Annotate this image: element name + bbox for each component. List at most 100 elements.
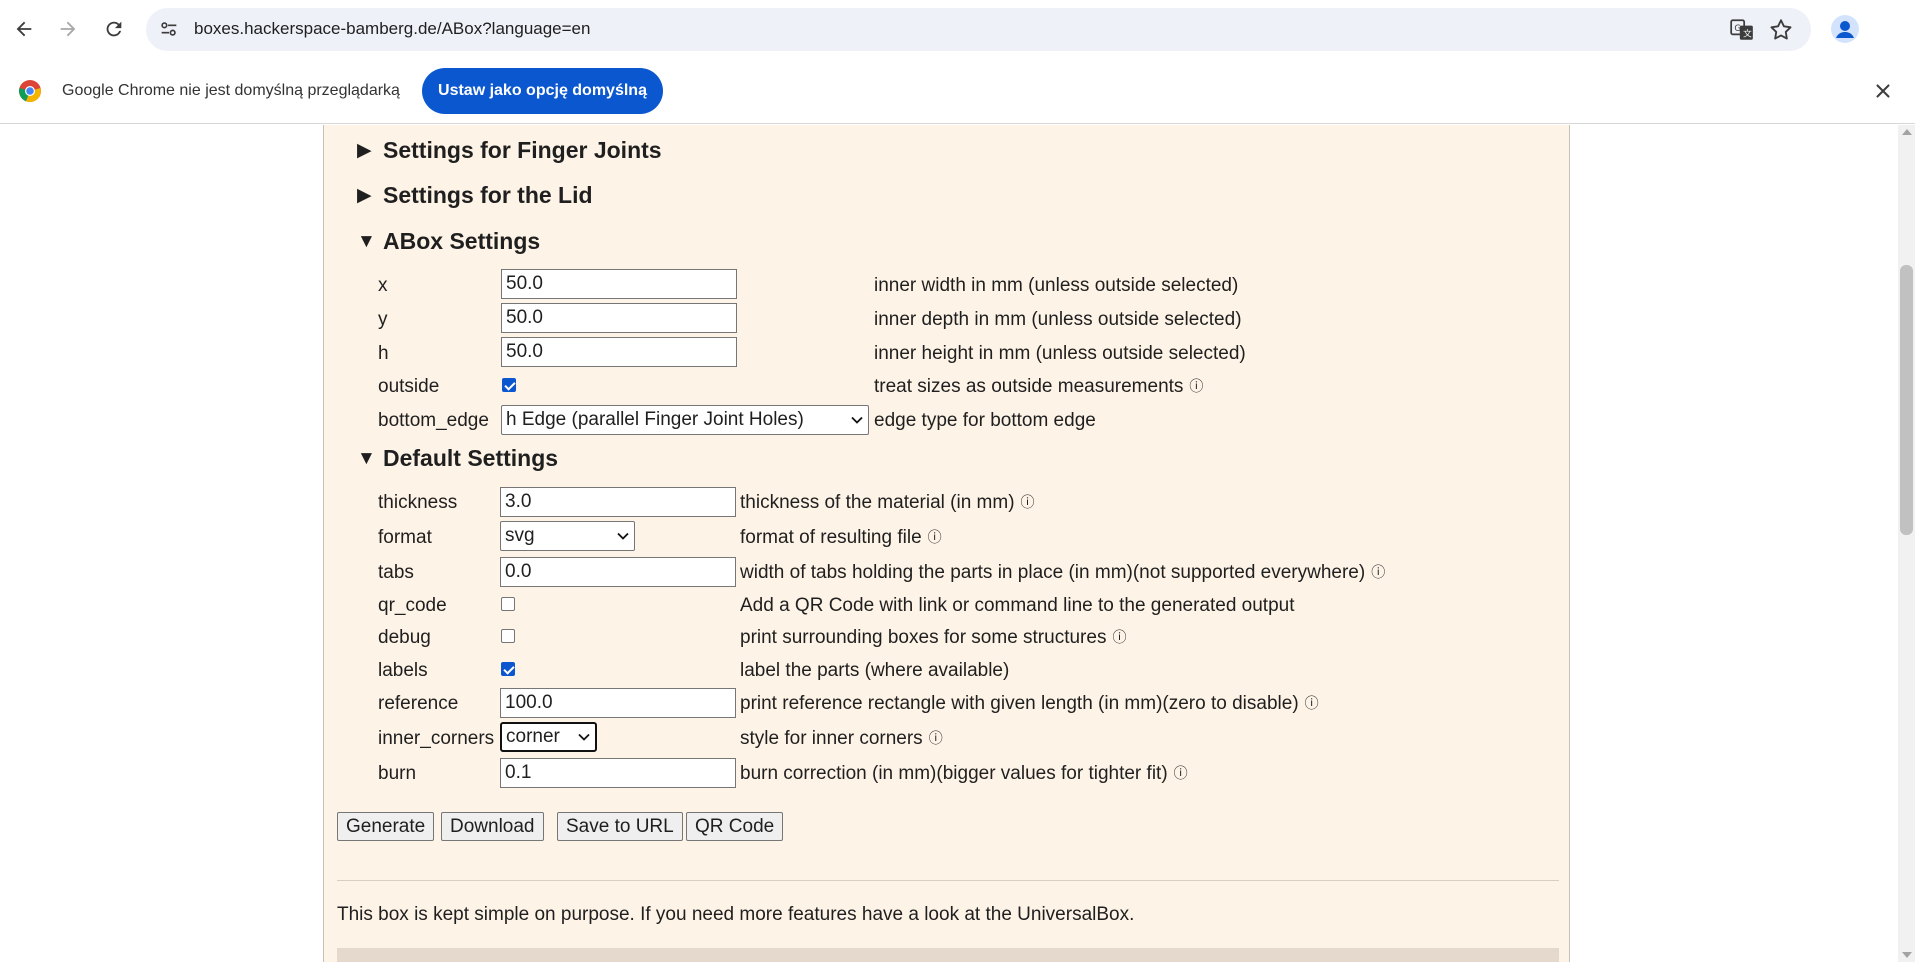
format-description-text: format of resulting file bbox=[740, 527, 922, 548]
description-paragraph: This box is kept simple on purpose. If y… bbox=[337, 904, 1135, 925]
label-reference: reference bbox=[378, 693, 459, 714]
info-icon[interactable]: ⓘ bbox=[1021, 492, 1035, 512]
reload-button[interactable] bbox=[96, 11, 132, 47]
x-description: inner width in mm (unless outside select… bbox=[874, 275, 1239, 296]
scrollbar-thumb[interactable] bbox=[1900, 265, 1913, 535]
chrome-logo-icon bbox=[19, 80, 41, 103]
page-viewport: ▶ Settings for Finger Joints ▶ Settings … bbox=[0, 125, 1898, 962]
bookmark-star-icon[interactable] bbox=[1768, 17, 1794, 43]
label-bottom-edge: bottom_edge bbox=[378, 410, 489, 431]
info-icon[interactable]: ⓘ bbox=[928, 527, 942, 547]
address-bar[interactable]: boxes.hackerspace-bamberg.de/ABox?langua… bbox=[146, 8, 1811, 51]
thickness-description-text: thickness of the material (in mm) bbox=[740, 492, 1015, 513]
reload-icon bbox=[106, 21, 122, 37]
inner-corners-selected-value: corner bbox=[506, 726, 560, 747]
set-default-button[interactable]: Ustaw jako opcję domyślną bbox=[422, 68, 663, 114]
scroll-down-icon[interactable] bbox=[1902, 952, 1912, 958]
outside-description: treat sizes as outside measurements ⓘ bbox=[874, 376, 1203, 398]
burn-input[interactable] bbox=[500, 758, 736, 788]
format-selected-value: svg bbox=[505, 525, 535, 546]
debug-description-text: print surrounding boxes for some structu… bbox=[740, 627, 1107, 648]
download-button[interactable]: Download bbox=[441, 812, 544, 841]
burn-description-text: burn correction (in mm)(bigger values fo… bbox=[740, 763, 1168, 784]
labels-checkbox[interactable] bbox=[501, 662, 515, 676]
section-title: Settings for Finger Joints bbox=[383, 137, 662, 163]
section-lid[interactable]: ▶ Settings for the Lid bbox=[357, 182, 593, 209]
info-icon[interactable]: ⓘ bbox=[1174, 763, 1188, 783]
info-icon[interactable]: ⓘ bbox=[1305, 693, 1319, 713]
info-icon[interactable]: ⓘ bbox=[1112, 627, 1126, 647]
preview-image bbox=[337, 948, 1559, 962]
arrow-right-icon bbox=[60, 21, 76, 37]
tabs-description: width of tabs holding the parts in place… bbox=[740, 562, 1385, 584]
section-title: Default Settings bbox=[383, 445, 559, 471]
label-h: h bbox=[378, 343, 389, 364]
info-icon[interactable]: ⓘ bbox=[929, 728, 943, 748]
close-icon[interactable] bbox=[1872, 80, 1894, 102]
bottom-edge-select[interactable]: h Edge (parallel Finger Joint Holes) bbox=[501, 405, 869, 435]
arrow-left-icon bbox=[16, 21, 32, 37]
inner-corners-description: style for inner corners ⓘ bbox=[740, 728, 943, 750]
forward-button[interactable] bbox=[50, 11, 86, 47]
label-y: y bbox=[378, 309, 388, 330]
divider bbox=[337, 880, 1559, 881]
vertical-scrollbar[interactable] bbox=[1898, 125, 1915, 962]
chevron-down-icon bbox=[578, 733, 590, 741]
label-tabs: tabs bbox=[378, 562, 414, 583]
h-description: inner height in mm (unless outside selec… bbox=[874, 343, 1246, 364]
disclosure-expanded-icon: ▼ bbox=[357, 447, 376, 469]
section-title: ABox Settings bbox=[383, 228, 541, 254]
debug-description: print surrounding boxes for some structu… bbox=[740, 627, 1126, 649]
info-icon[interactable]: ⓘ bbox=[1371, 562, 1385, 582]
back-button[interactable] bbox=[6, 11, 42, 47]
reference-input[interactable] bbox=[500, 688, 736, 718]
qr-code-description: Add a QR Code with link or command line … bbox=[740, 595, 1295, 616]
section-default[interactable]: ▼ Default Settings bbox=[357, 445, 558, 472]
label-thickness: thickness bbox=[378, 492, 458, 513]
save-to-url-button[interactable]: Save to URL bbox=[557, 812, 683, 841]
thickness-input[interactable] bbox=[500, 487, 736, 517]
section-finger-joints[interactable]: ▶ Settings for Finger Joints bbox=[357, 137, 662, 164]
burn-description: burn correction (in mm)(bigger values fo… bbox=[740, 763, 1188, 785]
reference-description-text: print reference rectangle with given len… bbox=[740, 693, 1299, 714]
outside-checkbox[interactable] bbox=[502, 378, 516, 392]
disclosure-collapsed-icon: ▶ bbox=[357, 185, 372, 206]
y-input[interactable] bbox=[501, 303, 737, 333]
section-abox[interactable]: ▼ ABox Settings bbox=[357, 228, 540, 255]
tabs-description-text: width of tabs holding the parts in place… bbox=[740, 562, 1366, 583]
x-input[interactable] bbox=[501, 269, 737, 299]
label-format: format bbox=[378, 527, 432, 548]
chevron-down-icon bbox=[617, 532, 629, 540]
label-labels: labels bbox=[378, 660, 428, 681]
default-browser-infobar: Google Chrome nie jest domyślną przegląd… bbox=[0, 58, 1915, 124]
url-text[interactable]: boxes.hackerspace-bamberg.de/ABox?langua… bbox=[194, 19, 590, 39]
tabs-input[interactable] bbox=[500, 557, 736, 587]
chevron-down-icon bbox=[851, 416, 863, 424]
qr-code-button[interactable]: QR Code bbox=[686, 812, 784, 841]
inner-corners-select[interactable]: corner bbox=[500, 722, 597, 752]
label-burn: burn bbox=[378, 763, 417, 784]
scroll-up-icon[interactable] bbox=[1902, 129, 1912, 135]
qr-code-checkbox[interactable] bbox=[501, 597, 515, 611]
section-title: Settings for the Lid bbox=[383, 182, 593, 208]
y-description: inner depth in mm (unless outside select… bbox=[874, 309, 1242, 330]
disclosure-collapsed-icon: ▶ bbox=[357, 140, 372, 161]
site-settings-icon[interactable] bbox=[158, 18, 180, 40]
label-outside: outside bbox=[378, 376, 440, 397]
debug-checkbox[interactable] bbox=[501, 629, 515, 643]
inner-corners-description-text: style for inner corners bbox=[740, 728, 923, 749]
format-select[interactable]: svg bbox=[500, 521, 635, 551]
settings-panel: ▶ Settings for Finger Joints ▶ Settings … bbox=[323, 125, 1570, 962]
profile-button[interactable] bbox=[1826, 10, 1864, 48]
svg-text:G: G bbox=[1734, 24, 1741, 34]
h-input[interactable] bbox=[501, 337, 737, 367]
disclosure-expanded-icon: ▼ bbox=[357, 230, 376, 252]
bottom-edge-selected-value: h Edge (parallel Finger Joint Holes) bbox=[506, 409, 804, 430]
generate-button[interactable]: Generate bbox=[337, 812, 435, 841]
profile-avatar-icon bbox=[1831, 15, 1859, 43]
info-icon[interactable]: ⓘ bbox=[1189, 376, 1203, 396]
translate-icon[interactable]: G 文 bbox=[1729, 17, 1755, 43]
browser-toolbar: boxes.hackerspace-bamberg.de/ABox?langua… bbox=[0, 0, 1915, 58]
bottom-edge-description: edge type for bottom edge bbox=[874, 410, 1096, 431]
thickness-description: thickness of the material (in mm) ⓘ bbox=[740, 492, 1035, 514]
